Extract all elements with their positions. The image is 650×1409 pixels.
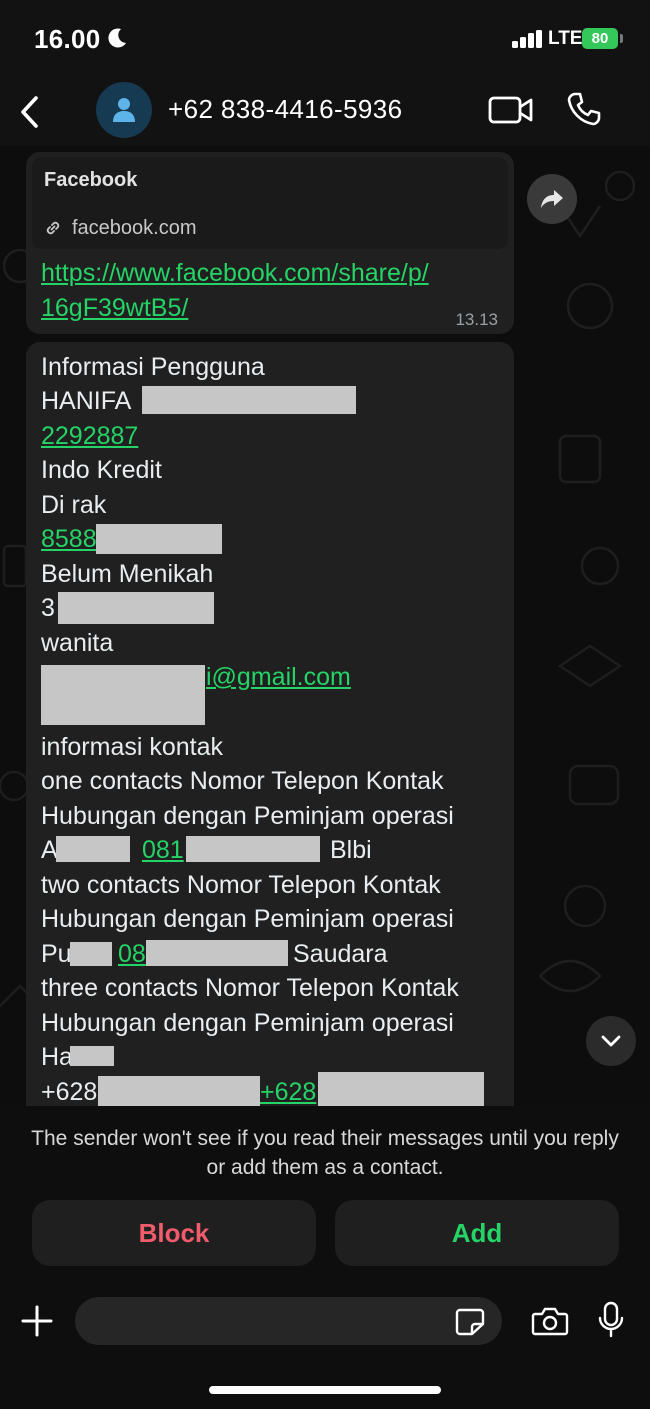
message-bubble-info[interactable]: Informasi Pengguna HANIFA 2292887 Indo K… [26, 342, 514, 1106]
link-line-1[interactable]: https://www.facebook.com/share/p/ [41, 256, 481, 291]
home-indicator [209, 1386, 441, 1394]
preview-title: Facebook [44, 169, 138, 191]
person-icon [113, 98, 135, 122]
status-time: 16.00 [34, 24, 101, 54]
redaction-box [186, 836, 320, 862]
message-line: Pu [41, 940, 72, 968]
contact-name[interactable]: +62 838-4416-5936 [168, 94, 403, 125]
message-line: informasi kontak [41, 733, 224, 761]
message-line: 3 [41, 594, 55, 622]
message-number-link[interactable]: 081 [142, 833, 184, 868]
message-time: 13.13 [455, 310, 498, 329]
message-line: +628 [41, 1078, 98, 1106]
message-number-link[interactable]: 2292887 [41, 419, 138, 454]
message-line: Ha [41, 1043, 73, 1071]
signal-icon [512, 30, 544, 48]
moon-icon [108, 28, 126, 48]
message-line: Saudara [293, 940, 388, 968]
video-call-icon[interactable] [488, 94, 534, 126]
message-link[interactable]: https://www.facebook.com/share/p/ 16gF39… [41, 256, 481, 326]
battery-icon: 80 [582, 28, 618, 49]
redaction-box [146, 940, 288, 966]
chat-area[interactable]: Facebook facebook.com https://www.facebo… [0, 146, 650, 1106]
battery-tip [620, 34, 623, 43]
bottom-panel: The sender won't see if you read their m… [0, 1106, 650, 1409]
redaction-box [70, 1046, 114, 1066]
message-email-link[interactable]: i@gmail.com [206, 660, 351, 695]
phone-call-icon[interactable] [566, 91, 602, 127]
message-number-link[interactable]: 08 [118, 937, 146, 972]
link-icon [46, 221, 60, 235]
network-label: LTE [548, 28, 583, 49]
message-line: wanita [41, 629, 114, 657]
redaction-box [70, 942, 112, 966]
plus-icon[interactable] [20, 1304, 54, 1338]
redaction-box [96, 524, 222, 554]
preview-domain: facebook.com [72, 217, 197, 239]
redaction-box [98, 1076, 260, 1106]
status-bar: 16.00 LTE 80 [0, 0, 650, 78]
chevron-down-icon [601, 1035, 621, 1047]
message-line: Hubungan dengan Peminjam operasi [41, 802, 454, 830]
camera-icon[interactable] [531, 1305, 569, 1337]
message-number-link[interactable]: 8588 [41, 522, 97, 557]
message-line: Hubungan dengan Peminjam operasi [41, 1009, 454, 1037]
redaction-box [56, 836, 130, 862]
back-icon[interactable] [18, 94, 44, 130]
redaction-box [41, 665, 205, 725]
message-line: one contacts Nomor Telepon Kontak [41, 767, 444, 795]
redaction-box [318, 1072, 484, 1106]
microphone-icon[interactable] [597, 1301, 625, 1339]
message-line: Informasi Pengguna [41, 353, 265, 381]
block-button[interactable]: Block [32, 1200, 316, 1266]
message-line: Indo Kredit [41, 456, 162, 484]
link-preview[interactable]: Facebook facebook.com [32, 157, 508, 249]
sticker-icon[interactable] [454, 1307, 486, 1337]
forward-icon [541, 190, 563, 208]
chat-header: +62 838-4416-5936 [0, 78, 650, 146]
message-input[interactable] [75, 1297, 502, 1345]
unknown-sender-notice: The sender won't see if you read their m… [31, 1127, 619, 1179]
avatar[interactable] [96, 82, 152, 138]
forward-button[interactable] [527, 174, 577, 224]
scroll-to-bottom-button[interactable] [586, 1016, 636, 1066]
message-line: HANIFA [41, 387, 132, 415]
message-bubble-link[interactable]: Facebook facebook.com https://www.facebo… [26, 152, 514, 334]
message-line: three contacts Nomor Telepon Kontak [41, 974, 459, 1002]
message-line: Blbi [330, 836, 372, 864]
message-line: Di rak [41, 491, 107, 519]
redaction-box [142, 386, 356, 414]
message-line: Belum Menikah [41, 560, 214, 588]
link-line-2[interactable]: 16gF39wtB5/ [41, 291, 481, 326]
add-contact-button[interactable]: Add [335, 1200, 619, 1266]
message-line: Hubungan dengan Peminjam operasi [41, 905, 454, 933]
message-line: two contacts Nomor Telepon Kontak [41, 871, 441, 899]
message-number-link[interactable]: +628 [260, 1075, 316, 1106]
redaction-box [58, 592, 214, 624]
